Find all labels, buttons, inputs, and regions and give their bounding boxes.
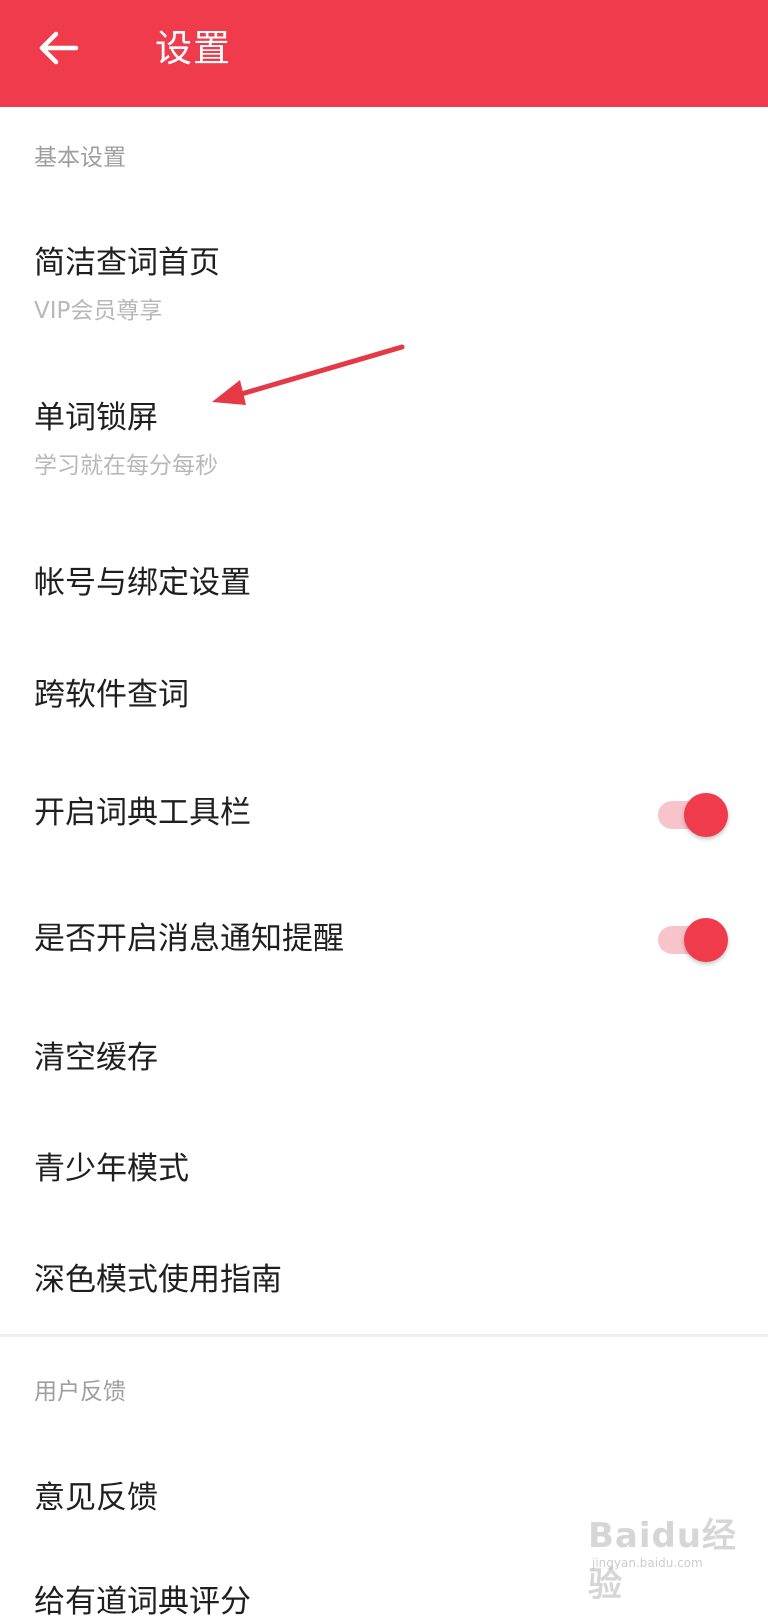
item-label: 是否开启消息通知提醒 xyxy=(34,921,344,957)
setting-item-notifications: 是否开启消息通知提醒 xyxy=(0,884,768,996)
toggle-thumb xyxy=(684,793,728,837)
setting-item-dark-mode-guide[interactable]: 深色模式使用指南 xyxy=(0,1225,768,1333)
item-label: 意见反馈 xyxy=(34,1480,158,1516)
section-divider xyxy=(0,1334,768,1337)
page-title: 设置 xyxy=(155,27,231,70)
item-label: 帐号与绑定设置 xyxy=(34,565,251,601)
setting-item-word-lockscreen[interactable]: 单词锁屏 学习就在每分每秒 xyxy=(0,370,768,510)
item-label: 简洁查词首页 xyxy=(34,245,220,281)
setting-item-simple-home[interactable]: 简洁查词首页 VIP会员尊享 xyxy=(0,215,768,355)
back-button[interactable] xyxy=(36,26,84,70)
setting-item-teen-mode[interactable]: 青少年模式 xyxy=(0,1115,768,1225)
item-label: 给有道词典评分 xyxy=(34,1584,251,1620)
section-header-feedback: 用户反馈 xyxy=(34,1379,126,1405)
item-label: 单词锁屏 xyxy=(34,400,158,436)
item-label: 深色模式使用指南 xyxy=(34,1262,282,1298)
setting-item-account-binding[interactable]: 帐号与绑定设置 xyxy=(0,530,768,635)
toggle-dict-toolbar[interactable] xyxy=(658,791,728,837)
arrow-left-icon xyxy=(39,31,79,65)
setting-item-dict-toolbar: 开启词典工具栏 xyxy=(0,758,768,870)
toggle-notifications[interactable] xyxy=(658,916,728,962)
item-label: 开启词典工具栏 xyxy=(34,795,251,831)
item-label: 青少年模式 xyxy=(34,1151,189,1187)
item-subtitle: 学习就在每分每秒 xyxy=(34,453,218,479)
setting-item-feedback[interactable]: 意见反馈 xyxy=(0,1440,768,1550)
setting-item-rate-app[interactable]: 给有道词典评分 xyxy=(0,1560,768,1620)
app-header: 设置 xyxy=(0,0,768,107)
item-label: 清空缓存 xyxy=(34,1040,158,1076)
item-label: 跨软件查词 xyxy=(34,677,189,713)
setting-item-clear-cache[interactable]: 清空缓存 xyxy=(0,1005,768,1110)
section-header-basic: 基本设置 xyxy=(34,145,126,171)
setting-item-cross-app-lookup[interactable]: 跨软件查词 xyxy=(0,640,768,750)
item-subtitle: VIP会员尊享 xyxy=(34,298,163,324)
toggle-thumb xyxy=(684,918,728,962)
